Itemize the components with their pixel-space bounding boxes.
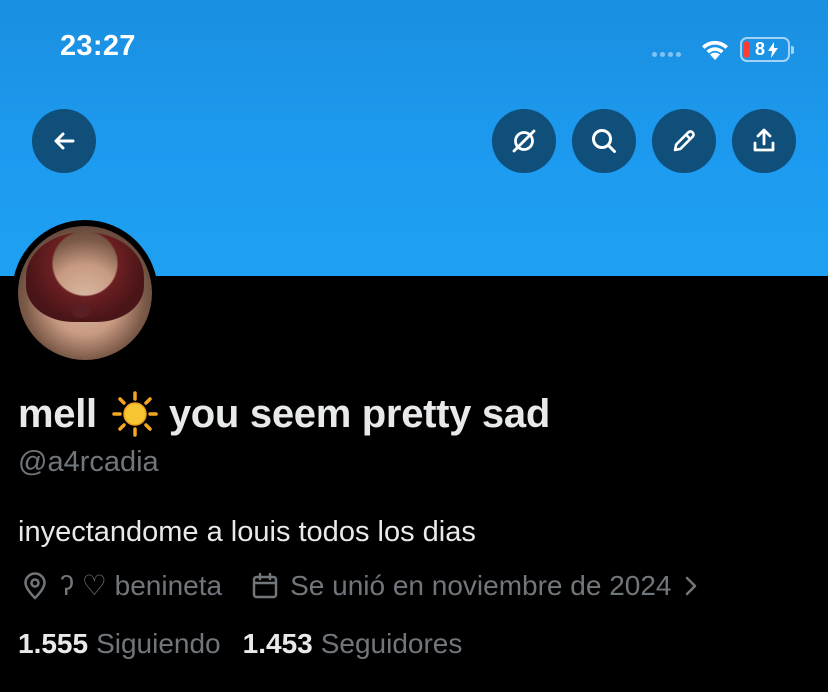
grok-button[interactable] — [492, 109, 556, 173]
battery-level: 8 — [754, 39, 765, 59]
joined-text: Se unió en noviembre de 2024 — [290, 569, 672, 601]
display-name: mell you seem pretty sad — [18, 390, 550, 438]
followers-label: Seguidores — [320, 628, 463, 659]
display-name-first: mell — [18, 391, 97, 436]
profile-location: ʔ ♡ benineta — [20, 569, 222, 602]
edit-button[interactable] — [652, 109, 716, 173]
following-link[interactable]: 1.555 Siguiendo — [18, 628, 221, 660]
chevron-right-icon — [681, 574, 701, 598]
avatar-image — [18, 226, 152, 360]
profile-avatar[interactable] — [12, 220, 158, 366]
following-count: 1.555 — [18, 628, 89, 659]
followers-count: 1.453 — [242, 628, 313, 659]
grok-icon — [512, 129, 536, 153]
status-bar: 23:27 8 — [0, 0, 828, 100]
arrow-left-icon — [54, 132, 75, 150]
battery-indicator: 8 — [740, 37, 794, 62]
profile-meta: ʔ ♡ benineta Se unió en noviembre de 202… — [20, 569, 701, 602]
sun-emoji-icon — [112, 391, 158, 437]
share-icon — [753, 128, 775, 152]
location-pin-icon — [20, 571, 50, 601]
profile-joined[interactable]: Se unió en noviembre de 2024 — [250, 570, 701, 602]
back-button[interactable] — [32, 109, 96, 173]
profile-bio: inyectandome a louis todos los dias — [18, 516, 476, 548]
location-text: ʔ ♡ benineta — [60, 570, 223, 601]
follow-stats: 1.555 Siguiendo 1.453 Seguidores — [18, 628, 484, 660]
followers-link[interactable]: 1.453 Seguidores — [243, 628, 463, 660]
search-button[interactable] — [572, 109, 636, 173]
profile-handle: @a4rcadia — [18, 446, 159, 478]
share-button[interactable] — [732, 109, 796, 173]
charging-bolt-icon — [768, 41, 778, 58]
cellular-signal-icon — [652, 52, 681, 57]
search-icon — [592, 129, 616, 153]
pencil-icon — [673, 130, 695, 152]
status-time: 23:27 — [60, 30, 136, 62]
following-label: Siguiendo — [96, 628, 221, 659]
calendar-icon — [250, 571, 280, 601]
wifi-icon — [702, 40, 728, 60]
display-name-rest: you seem pretty sad — [168, 391, 550, 436]
